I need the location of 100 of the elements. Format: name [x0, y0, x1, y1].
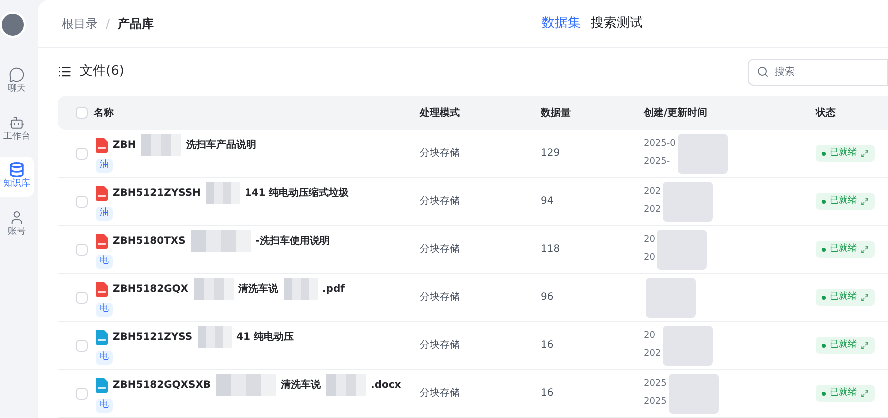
table-cell-text: 分块存储: [420, 242, 461, 257]
blurred-patch: [194, 278, 234, 300]
blurred-patch: [663, 182, 714, 222]
checkbox[interactable]: [76, 244, 88, 256]
tab[interactable]: 数据集: [542, 14, 581, 34]
table-cell-text: 分块存储: [420, 194, 461, 209]
file-name: 141 纯电动压缩式垃圾: [244, 186, 350, 201]
avatar[interactable]: [0, 12, 26, 38]
checkbox[interactable]: [76, 292, 88, 304]
date-text: 2025-0: [644, 138, 676, 151]
breadcrumb-separator: /: [106, 16, 110, 32]
table-cell-text: 96: [541, 291, 555, 305]
tag: 电: [96, 303, 113, 317]
pdf-file-icon: [96, 138, 108, 153]
tag: 电: [96, 255, 113, 269]
date-text: 2025-: [644, 156, 672, 168]
database-icon: [9, 162, 25, 178]
pdf-file-icon: [96, 186, 108, 201]
doc-file-icon: [96, 378, 108, 393]
file-name: .pdf: [322, 282, 345, 297]
file-name: 清洗车说: [281, 378, 322, 393]
blurred-patch: [190, 230, 251, 252]
file-name: ZBH5182GQXSXB: [113, 378, 212, 393]
chat-icon: [9, 67, 25, 83]
file-name: 洗扫车产品说明: [186, 138, 256, 153]
file-name: ZBH5182GQX: [113, 282, 188, 297]
column-header: 处理模式: [420, 106, 461, 120]
expand-icon: [861, 150, 869, 158]
doc-file-icon: [96, 330, 108, 345]
pdf-file-icon: [96, 234, 108, 249]
blurred-patch: [326, 374, 366, 396]
table-cell-text: 分块存储: [420, 290, 461, 305]
tag: 电: [96, 399, 113, 413]
column-header: 状态: [816, 106, 836, 120]
checkbox[interactable]: [76, 107, 88, 119]
tab[interactable]: 搜索测试: [591, 14, 643, 34]
blurred-patch: [657, 230, 708, 270]
sidebar-item[interactable]: 工作台: [0, 110, 34, 149]
expand-icon: [861, 342, 869, 350]
file-name: -洗扫车使用说明: [256, 234, 330, 249]
file-name: ZBH: [113, 138, 136, 153]
blurred-patch: [206, 182, 240, 204]
breadcrumb-item: 产品库: [118, 16, 154, 32]
blurred-patch: [198, 326, 232, 348]
blurred-patch: [284, 278, 318, 300]
file-name: 清洗车说: [238, 282, 278, 297]
blurred-patch: [141, 134, 182, 156]
breadcrumb-item[interactable]: 根目录: [62, 14, 98, 32]
robot-icon: [9, 114, 25, 130]
table-cell-text: 16: [541, 339, 555, 353]
table-cell-text: 129: [541, 147, 562, 161]
sidebar-item[interactable]: 知识库: [0, 157, 34, 196]
files-title: 文件(6): [80, 63, 126, 82]
search-field[interactable]: 搜索: [748, 58, 888, 86]
blurred-patch: [663, 326, 714, 366]
sidebar-item[interactable]: 账号: [0, 204, 34, 244]
date-text: 2025: [644, 378, 667, 391]
table-cell-text: 分块存储: [420, 386, 461, 401]
blurred-patch: [678, 134, 728, 174]
expand-icon: [861, 390, 869, 398]
tag: 油: [96, 159, 113, 173]
file-name: .docx: [371, 378, 402, 393]
expand-icon: [861, 294, 869, 302]
checkbox[interactable]: [76, 388, 88, 400]
tag: 电: [96, 351, 113, 365]
blurred-patch: [668, 374, 719, 414]
expand-icon: [861, 198, 869, 206]
blurred-patch: [646, 278, 696, 318]
date-text: 202: [644, 186, 662, 199]
sidebar-item[interactable]: 聊天: [0, 62, 34, 102]
status-badge: 已就绪: [816, 192, 875, 210]
list-icon: [58, 65, 72, 79]
date-text: 2025: [644, 396, 667, 408]
date-text: 20: [644, 252, 656, 264]
user-icon: [9, 210, 25, 226]
status-badge: 已就绪: [816, 288, 875, 306]
tag: 油: [96, 207, 113, 221]
checkbox[interactable]: [76, 340, 88, 352]
file-name: ZBH5180TXS: [113, 234, 186, 249]
status-badge: 已就绪: [816, 384, 875, 402]
table-cell-text: 分块存储: [420, 338, 461, 353]
file-name: ZBH5121ZYSSH: [113, 186, 201, 201]
date-text: 202: [644, 204, 662, 216]
checkbox[interactable]: [76, 196, 88, 208]
pdf-file-icon: [96, 282, 108, 297]
table-cell-text: 118: [541, 243, 562, 257]
date-text: 202: [644, 348, 662, 360]
status-badge: 已就绪: [816, 240, 875, 258]
file-name: 41 纯电动压: [236, 330, 294, 345]
status-badge: 已就绪: [816, 144, 875, 162]
table-cell-text: 16: [541, 387, 555, 401]
blurred-patch: [216, 374, 276, 396]
search-icon: [757, 66, 769, 78]
date-text: 20: [644, 330, 656, 343]
checkbox[interactable]: [76, 148, 88, 160]
status-badge: 已就绪: [816, 336, 875, 354]
table-cell-text: 分块存储: [420, 146, 461, 161]
column-header: 数据量: [541, 106, 572, 120]
date-text: 20: [644, 234, 656, 247]
table-cell-text: 94: [541, 195, 555, 209]
